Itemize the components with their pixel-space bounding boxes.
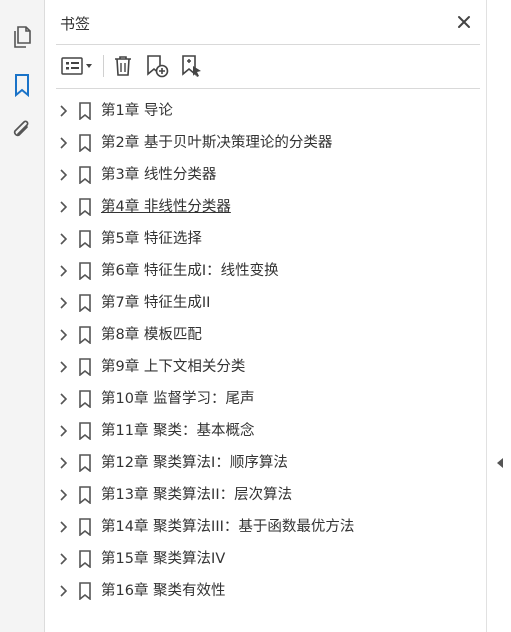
chevron-right-icon[interactable] [58, 521, 68, 533]
bookmark-icon [78, 422, 92, 441]
bookmark-icon [78, 230, 92, 249]
bookmark-icon [78, 358, 92, 377]
bookmark-label: 第12章 聚类算法I：顺序算法 [101, 455, 288, 471]
bookmark-list: 第1章 导论 第2章 基于贝叶斯决策理论的分类器 第3章 线性分类器 第4章 非… [46, 95, 486, 607]
chevron-right-icon[interactable] [58, 137, 68, 149]
bookmark-icon [78, 486, 92, 505]
bookmark-label: 第2章 基于贝叶斯决策理论的分类器 [101, 135, 333, 151]
bookmark-icon[interactable] [9, 72, 35, 98]
chevron-right-icon[interactable] [58, 489, 68, 501]
panel-title: 书签 [60, 15, 91, 33]
bookmark-label: 第15章 聚类算法IV [101, 551, 226, 567]
bookmark-label: 第5章 特征选择 [101, 231, 202, 247]
bookmark-icon [78, 262, 92, 281]
bookmark-item[interactable]: 第9章 上下文相关分类 [46, 351, 486, 383]
attachment-icon-graphic [13, 120, 29, 137]
bookmark-label: 第8章 模板匹配 [101, 327, 202, 343]
bookmark-item[interactable]: 第6章 特征生成I：线性变换 [46, 255, 486, 287]
bookmark-item[interactable]: 第15章 聚类算法IV [46, 543, 486, 575]
navigation-rail [0, 0, 45, 632]
bookmark-label: 第4章 非线性分类器 [101, 199, 231, 215]
attachment-icon[interactable] [9, 118, 35, 144]
bookmark-icon [78, 102, 92, 121]
bookmark-label: 第16章 聚类有效性 [101, 583, 226, 599]
bookmark-item[interactable]: 第7章 特征生成II [46, 287, 486, 319]
chevron-right-icon[interactable] [58, 553, 68, 565]
new-bookmark-icon [147, 55, 169, 78]
chevron-right-icon[interactable] [58, 265, 68, 277]
bookmark-icon [78, 518, 92, 537]
bookmark-item[interactable]: 第5章 特征选择 [46, 223, 486, 255]
chevron-right-icon[interactable] [58, 457, 68, 469]
header-divider [56, 44, 480, 45]
bookmark-label: 第6章 特征生成I：线性变换 [101, 263, 279, 279]
bookmark-label: 第11章 聚类：基本概念 [101, 423, 255, 439]
new-bookmark-button[interactable] [143, 52, 171, 80]
delete-button[interactable] [110, 52, 136, 80]
pages-icon[interactable] [9, 24, 35, 50]
bookmark-icon [78, 326, 92, 345]
bookmark-item[interactable]: 第2章 基于贝叶斯决策理论的分类器 [46, 127, 486, 159]
close-icon [458, 16, 470, 28]
bookmark-icon [78, 166, 92, 185]
options-menu-icon [61, 57, 92, 75]
bookmark-icon [78, 390, 92, 409]
bookmark-item[interactable]: 第3章 线性分类器 [46, 159, 486, 191]
bookmark-label: 第13章 聚类算法II：层次算法 [101, 487, 293, 503]
new-bookmark-from-structure-icon [182, 55, 201, 77]
bookmark-item[interactable]: 第10章 监督学习：尾声 [46, 383, 486, 415]
bookmark-label: 第7章 特征生成II [101, 295, 211, 311]
toolbar-divider-bottom [56, 88, 480, 89]
panel-collapse-strip [486, 0, 511, 632]
chevron-right-icon[interactable] [58, 105, 68, 117]
bookmarks-panel: 书签 第1章 导论 第2章 基于贝叶斯决策理论的分类器 第3章 线性分类器 第4… [46, 0, 486, 632]
bookmark-item[interactable]: 第4章 非线性分类器 [46, 191, 486, 223]
chevron-right-icon[interactable] [58, 361, 68, 373]
options-menu-button[interactable] [58, 52, 98, 80]
bookmark-label: 第1章 导论 [101, 103, 173, 119]
bookmark-item[interactable]: 第11章 聚类：基本概念 [46, 415, 486, 447]
bookmark-item[interactable]: 第1章 导论 [46, 95, 486, 127]
bookmark-icon [78, 198, 92, 217]
chevron-right-icon[interactable] [58, 393, 68, 405]
close-button[interactable] [454, 12, 474, 32]
bookmark-item[interactable]: 第12章 聚类算法I：顺序算法 [46, 447, 486, 479]
bookmark-item[interactable]: 第14章 聚类算法III：基于函数最优方法 [46, 511, 486, 543]
bookmark-item[interactable]: 第16章 聚类有效性 [46, 575, 486, 607]
bookmark-icon-graphic [15, 74, 29, 97]
bookmark-label: 第10章 监督学习：尾声 [101, 391, 255, 407]
bookmark-label: 第9章 上下文相关分类 [101, 359, 246, 375]
bookmark-label: 第14章 聚类算法III：基于函数最优方法 [101, 519, 355, 535]
chevron-right-icon[interactable] [58, 201, 68, 213]
chevron-right-icon[interactable] [58, 233, 68, 245]
pages-icon-graphic [14, 26, 31, 48]
chevron-right-icon[interactable] [58, 329, 68, 341]
bookmark-item[interactable]: 第13章 聚类算法II：层次算法 [46, 479, 486, 511]
chevron-right-icon[interactable] [58, 585, 68, 597]
bookmark-icon [78, 550, 92, 569]
chevron-right-icon[interactable] [58, 425, 68, 437]
bookmark-icon [78, 294, 92, 313]
bookmark-icon [78, 134, 92, 153]
toolbar-divider [103, 55, 104, 77]
bookmark-icon [78, 582, 92, 601]
collapse-panel-icon[interactable] [496, 454, 504, 468]
chevron-right-icon[interactable] [58, 169, 68, 181]
chevron-right-icon[interactable] [58, 297, 68, 309]
bookmark-item[interactable]: 第8章 模板匹配 [46, 319, 486, 351]
bookmark-icon [78, 454, 92, 473]
new-bookmark-from-structure-button[interactable] [178, 52, 206, 80]
delete-icon [115, 56, 131, 76]
bookmark-label: 第3章 线性分类器 [101, 167, 217, 183]
